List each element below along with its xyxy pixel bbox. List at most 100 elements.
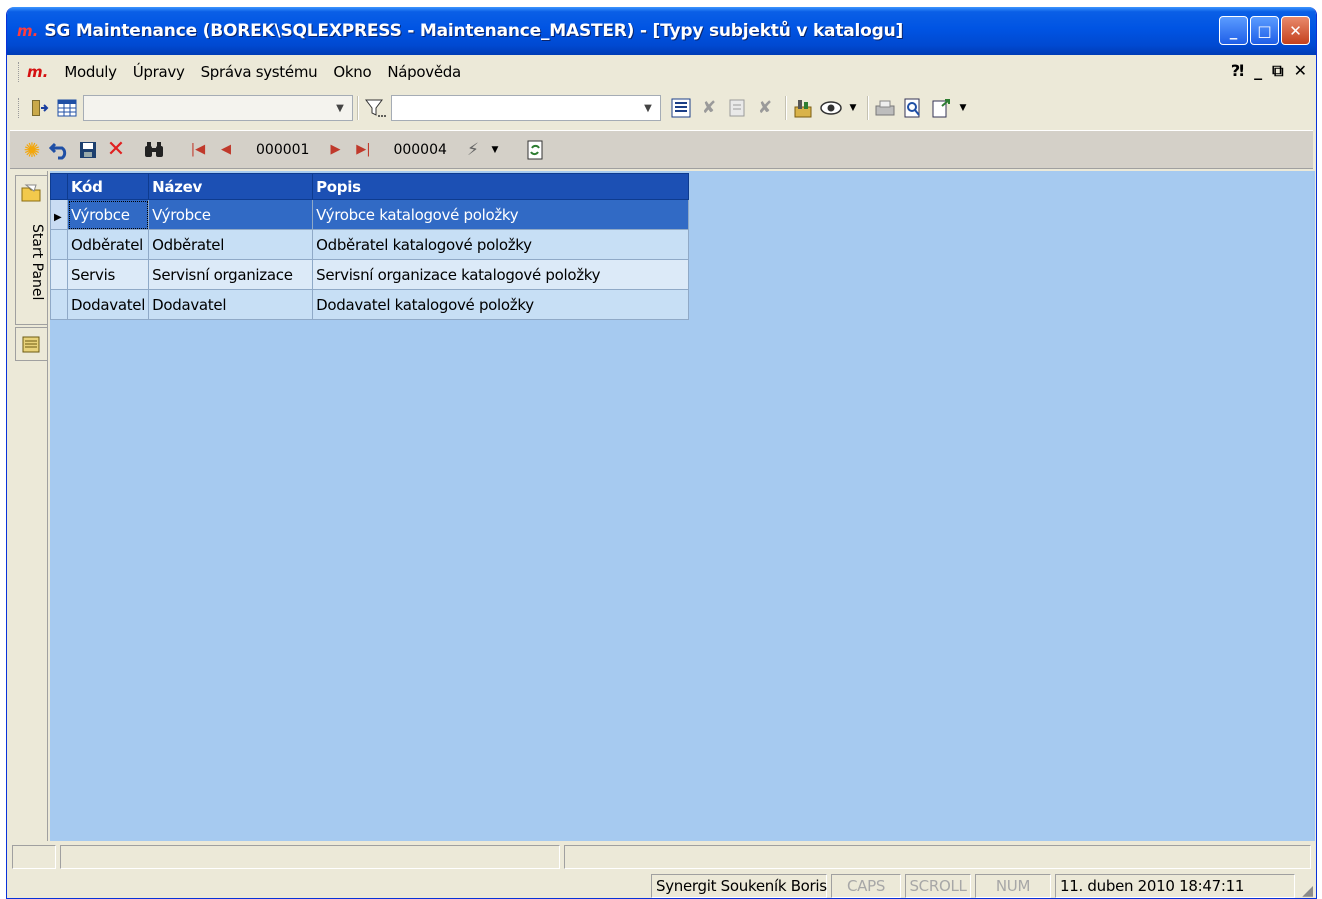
cell-kod[interactable]: Výrobce xyxy=(66,199,150,230)
main-toolbar: ▼ ▼ ✘ ✘ ▼ ▼ xyxy=(10,90,1313,126)
menu-moduly[interactable]: Moduly xyxy=(56,61,124,83)
context-help-icon[interactable]: ⁈ xyxy=(1231,61,1244,81)
toolbar-grip[interactable] xyxy=(18,98,21,118)
last-record-icon[interactable]: ▶| xyxy=(351,138,375,162)
filter-combo[interactable]: ▼ xyxy=(391,95,661,121)
menubar-grip[interactable] xyxy=(18,62,21,82)
prev-record-icon[interactable]: ◀ xyxy=(214,138,238,162)
grid-area: Kód Název Popis ▶ Výrobce Výrobce Výrobc… xyxy=(50,171,1315,841)
exit-icon[interactable] xyxy=(27,96,51,120)
cell-popis[interactable]: Servisní organizace katalogové položky xyxy=(312,259,690,290)
status-datetime: 11. duben 2010 18:47:11 xyxy=(1055,874,1295,898)
status-scroll: SCROLL xyxy=(905,874,971,898)
column-header-popis[interactable]: Popis xyxy=(312,173,690,200)
status-bar: Synergit Soukeník Boris CAPS SCROLL NUM … xyxy=(10,873,1313,898)
eye-icon[interactable] xyxy=(819,96,843,120)
flag2-icon[interactable]: ✘ xyxy=(753,96,777,120)
window-title: SG Maintenance (BOREK\SQLEXPRESS - Maint… xyxy=(44,21,904,41)
separator xyxy=(357,96,359,120)
save-icon[interactable] xyxy=(76,138,100,162)
chevron-down-icon[interactable]: ▼ xyxy=(330,98,350,118)
mdi-controls: ⁈ _ ⧉ ✕ xyxy=(1231,61,1307,81)
row-indicator[interactable] xyxy=(50,259,68,290)
new-icon[interactable]: ✺ xyxy=(20,138,44,162)
app-logo-icon: m. xyxy=(17,22,39,40)
current-row-arrow-icon: ▶ xyxy=(54,211,62,223)
table-row[interactable]: Dodavatel Dodavatel Dodavatel katalogové… xyxy=(50,289,690,320)
chevron-down-icon[interactable]: ▼ xyxy=(638,98,658,118)
view-combo[interactable]: ▼ xyxy=(83,95,353,121)
info-panel-1 xyxy=(12,845,56,869)
status-panel-empty xyxy=(12,874,647,898)
mdi-minimize-button[interactable]: _ xyxy=(1254,61,1262,81)
cell-nazev[interactable]: Dodavatel xyxy=(148,289,314,320)
preview-icon[interactable] xyxy=(901,96,925,120)
export-icon[interactable] xyxy=(929,96,953,120)
cell-nazev[interactable]: Výrobce xyxy=(148,199,314,230)
window-controls: _ □ ✕ xyxy=(1219,16,1310,45)
chevron-down-icon[interactable]: ▼ xyxy=(847,96,859,120)
form-icon[interactable] xyxy=(725,96,749,120)
first-record-icon[interactable]: |◀ xyxy=(186,138,210,162)
flag-icon[interactable]: ✘ xyxy=(697,96,721,120)
next-record-icon[interactable]: ▶ xyxy=(323,138,347,162)
mdi-close-button[interactable]: ✕ xyxy=(1294,61,1307,81)
table-row[interactable]: Odběratel Odběratel Odběratel katalogové… xyxy=(50,229,690,260)
menu-napoveda[interactable]: Nápověda xyxy=(379,61,469,83)
table-row[interactable]: ▶ Výrobce Výrobce Výrobce katalogové pol… xyxy=(50,199,690,230)
current-record-number: 000001 xyxy=(256,141,310,158)
separator xyxy=(867,96,869,120)
cell-kod[interactable]: Dodavatel xyxy=(66,289,150,320)
info-panel-3 xyxy=(564,845,1311,869)
minimize-button[interactable]: _ xyxy=(1219,16,1248,45)
chevron-down-icon[interactable]: ▼ xyxy=(957,96,969,120)
row-indicator[interactable]: ▶ xyxy=(50,199,68,230)
maximize-button[interactable]: □ xyxy=(1250,16,1279,45)
data-grid: Kód Název Popis ▶ Výrobce Výrobce Výrobc… xyxy=(50,173,690,320)
cell-popis[interactable]: Dodavatel katalogové položky xyxy=(312,289,690,320)
status-num: NUM xyxy=(975,874,1051,898)
info-bar xyxy=(10,843,1313,871)
title-bar[interactable]: m. SG Maintenance (BOREK\SQLEXPRESS - Ma… xyxy=(7,7,1316,55)
folder-icon xyxy=(20,182,42,208)
mdi-restore-button[interactable]: ⧉ xyxy=(1272,61,1283,81)
column-header-nazev[interactable]: Název xyxy=(148,173,314,200)
table-row[interactable]: Servis Servisní organizace Servisní orga… xyxy=(50,259,690,290)
delete-icon[interactable]: ✕ xyxy=(104,137,128,162)
undo-icon[interactable] xyxy=(48,138,72,162)
notes-icon xyxy=(21,334,41,358)
find-icon[interactable] xyxy=(142,138,166,162)
chevron-down-icon[interactable]: ▼ xyxy=(489,138,501,162)
filter-icon[interactable] xyxy=(363,96,387,120)
cell-nazev[interactable]: Servisní organizace xyxy=(148,259,314,290)
application-window: m. SG Maintenance (BOREK\SQLEXPRESS - Ma… xyxy=(6,7,1317,899)
close-button[interactable]: ✕ xyxy=(1281,16,1310,45)
row-indicator[interactable] xyxy=(50,229,68,260)
column-header-kod[interactable]: Kód xyxy=(66,173,150,200)
tools-icon[interactable] xyxy=(791,96,815,120)
grid-icon[interactable] xyxy=(55,96,79,120)
cell-popis[interactable]: Výrobce katalogové položky xyxy=(312,199,690,230)
menu-logo-icon[interactable]: m. xyxy=(27,63,48,81)
report-icon[interactable] xyxy=(669,96,693,120)
cell-nazev[interactable]: Odběratel xyxy=(148,229,314,260)
record-toolbar: ✺ ✕ |◀ ◀ 000001 ▶ ▶| 000004 ⚡ ▼ xyxy=(10,130,1313,169)
total-records-number: 000004 xyxy=(393,141,447,158)
print-icon[interactable] xyxy=(873,96,897,120)
menu-upravy[interactable]: Úpravy xyxy=(125,61,193,83)
refresh-icon[interactable] xyxy=(523,138,547,162)
row-indicator[interactable] xyxy=(50,289,68,320)
menu-sprava-systemu[interactable]: Správa systému xyxy=(193,61,326,83)
start-panel-tab[interactable]: Start Panel xyxy=(15,175,47,325)
info-panel-2 xyxy=(60,845,560,869)
status-user: Synergit Soukeník Boris xyxy=(651,874,827,898)
cell-kod[interactable]: Servis xyxy=(66,259,150,290)
resize-grip-icon[interactable]: ◢ xyxy=(1297,873,1313,898)
cell-popis[interactable]: Odběratel katalogové položky xyxy=(312,229,690,260)
menu-okno[interactable]: Okno xyxy=(325,61,379,83)
row-indicator-header xyxy=(50,173,68,200)
separator xyxy=(785,96,787,120)
cell-kod[interactable]: Odběratel xyxy=(66,229,150,260)
second-panel-tab[interactable] xyxy=(15,327,47,361)
wand-icon[interactable]: ⚡ xyxy=(461,138,485,162)
